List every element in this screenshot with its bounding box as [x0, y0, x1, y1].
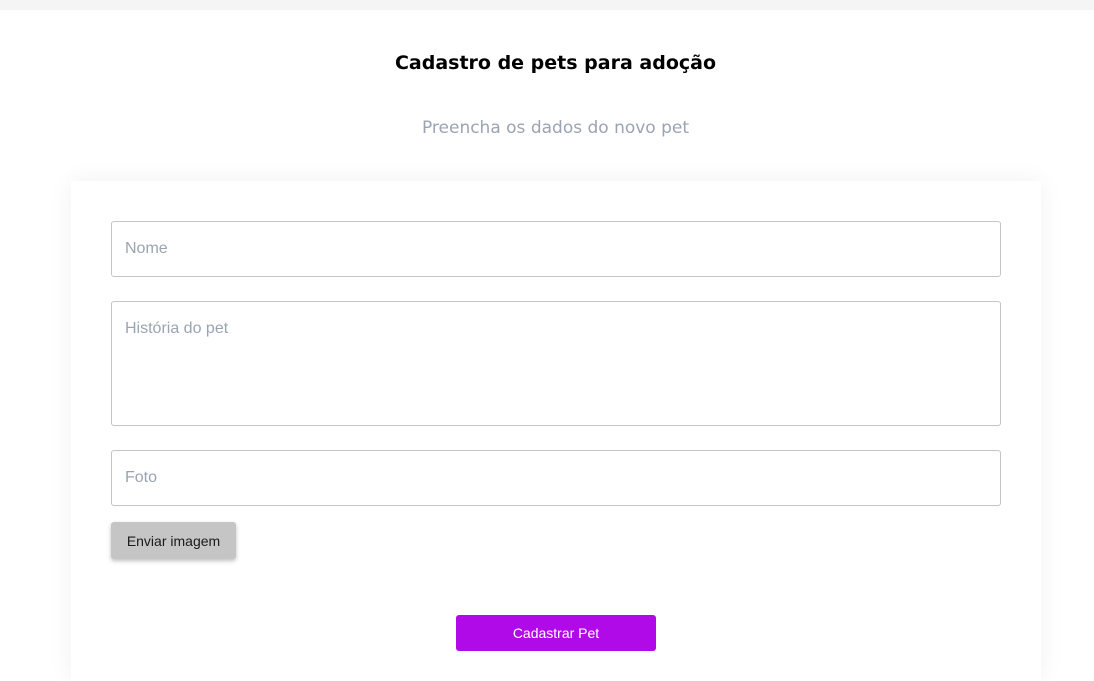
pet-registration-form: Enviar imagem Cadastrar Pet: [71, 181, 1041, 681]
upload-image-button[interactable]: Enviar imagem: [111, 522, 236, 559]
page-title: Cadastro de pets para adoção: [394, 52, 717, 74]
name-input[interactable]: [111, 221, 1001, 277]
photo-input[interactable]: [111, 450, 1001, 506]
page-subtitle: Preencha os dados do novo pet: [421, 118, 690, 138]
register-pet-button[interactable]: Cadastrar Pet: [456, 615, 656, 651]
top-strip: [0, 0, 1094, 10]
story-textarea[interactable]: [111, 301, 1001, 426]
